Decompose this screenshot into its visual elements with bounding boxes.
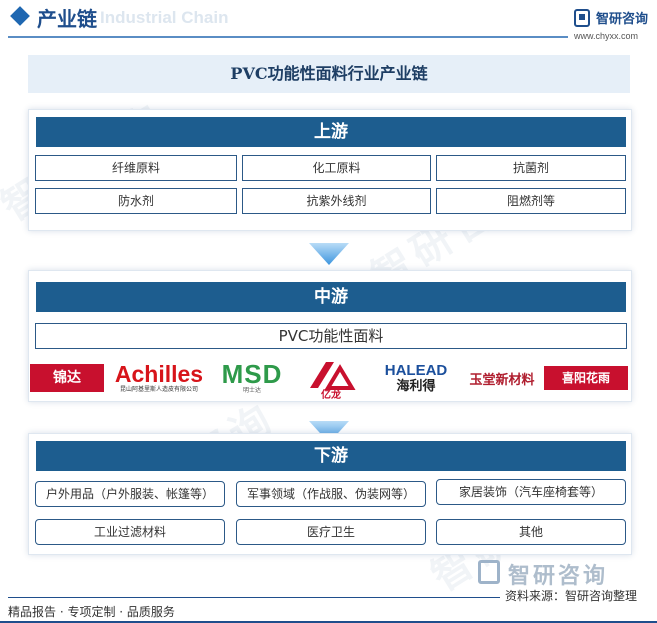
msd-logo-sub: 明士达 bbox=[242, 387, 261, 394]
halead-logo: HALEAD 海利得 bbox=[370, 360, 462, 396]
midstream-product: PVC功能性面料 bbox=[35, 323, 627, 349]
downstream-item: 户外用品（户外服装、帐篷等） bbox=[35, 481, 225, 507]
msd-logo-text: MSD bbox=[221, 360, 283, 389]
footer-logo: 智研咨询 bbox=[478, 558, 648, 589]
halead-logo-sub: 海利得 bbox=[396, 378, 436, 394]
achilles-logo-sub: 昆山阿基里斯人造皮有限公司 bbox=[119, 386, 198, 393]
chart-title: PVC功能性面料行业产业链 bbox=[28, 55, 630, 93]
upstream-item: 抗紫外线剂 bbox=[242, 188, 431, 214]
upstream-item: 防水剂 bbox=[35, 188, 237, 214]
footer-logo-name: 智研咨询 bbox=[508, 564, 609, 589]
upstream-item: 阻燃剂等 bbox=[436, 188, 626, 214]
yilong-logo: 亿龙 bbox=[298, 356, 364, 406]
header-divider bbox=[8, 36, 568, 38]
downstream-item: 军事领域（作战服、伪装网等） bbox=[236, 481, 426, 507]
downstream-item: 工业过滤材料 bbox=[35, 519, 225, 545]
downstream-item: 家居装饰（汽车座椅套等） bbox=[436, 479, 626, 505]
header-title: 产业链 bbox=[37, 7, 97, 31]
msd-logo: MSD 明士达 bbox=[210, 360, 294, 396]
yilong-logo-text: 亿龙 bbox=[321, 390, 341, 401]
midstream-band: 中游 bbox=[36, 282, 626, 312]
footer-divider bbox=[8, 597, 500, 598]
down-arrow-icon bbox=[309, 243, 349, 265]
upstream-item: 纤维原料 bbox=[35, 155, 237, 181]
xiyang-logo-text: 喜阳花雨 bbox=[544, 366, 628, 390]
chyxx-logo-icon bbox=[574, 9, 590, 27]
xiyang-logo: 喜阳花雨 bbox=[543, 360, 629, 396]
jinda-logo: 锦达 bbox=[30, 360, 104, 396]
achilles-logo: Achilles 昆山阿基里斯人造皮有限公司 bbox=[110, 360, 208, 396]
downstream-panel: 下游 户外用品（户外服装、帐篷等） 军事领域（作战服、伪装网等） 家居装饰（汽车… bbox=[28, 433, 632, 555]
upstream-item: 化工原料 bbox=[242, 155, 431, 181]
source-note: 资料来源：智研咨询整理 bbox=[505, 589, 638, 603]
diamond-icon bbox=[10, 6, 30, 26]
brand-logo: 智研咨询 www.chyxx.com bbox=[574, 6, 654, 42]
yutang-logo-text: 玉堂新材料 bbox=[469, 372, 535, 388]
header-ghost-text: Industrial Chain bbox=[100, 8, 229, 27]
brand-logo-url: www.chyxx.com bbox=[574, 31, 639, 41]
brand-logo-name: 智研咨询 bbox=[596, 12, 649, 27]
chyxx-logo-icon bbox=[478, 560, 500, 584]
jinda-logo-text: 锦达 bbox=[30, 364, 104, 392]
upstream-panel: 上游 纤维原料 化工原料 抗菌剂 防水剂 抗紫外线剂 阻燃剂等 bbox=[28, 109, 632, 231]
halead-logo-text: HALEAD bbox=[384, 361, 448, 379]
yilong-mark-icon bbox=[310, 362, 356, 390]
achilles-logo-text: Achilles bbox=[114, 361, 204, 387]
downstream-item: 其他 bbox=[436, 519, 626, 545]
page-header: Industrial Chain 产业链 bbox=[0, 0, 657, 42]
upstream-band: 上游 bbox=[36, 117, 626, 147]
downstream-band: 下游 bbox=[36, 441, 626, 471]
yutang-logo: 玉堂新材料 bbox=[464, 360, 540, 396]
footer-tagline: 精品报告 · 专项定制 · 品质服务 bbox=[8, 605, 175, 619]
upstream-item: 抗菌剂 bbox=[436, 155, 626, 181]
downstream-item: 医疗卫生 bbox=[236, 519, 426, 545]
